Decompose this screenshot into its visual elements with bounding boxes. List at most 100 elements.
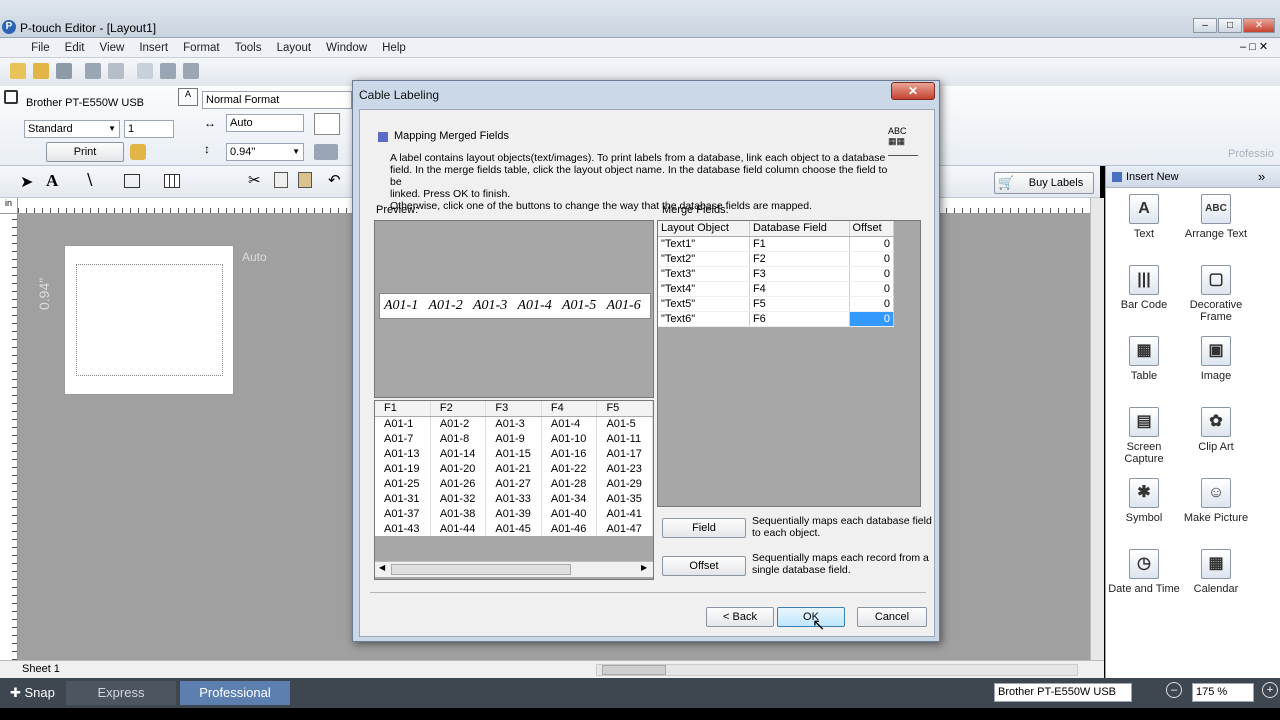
insert-item[interactable]: ▦ Table	[1108, 336, 1180, 382]
scroll-right-icon[interactable]: ▶	[641, 563, 647, 572]
insert-item[interactable]: ABC Arrange Text	[1180, 194, 1252, 240]
db-column-header[interactable]: F5	[596, 401, 653, 417]
db-row[interactable]: A01-37 A01-38 A01-39 A01-40 A01-41	[375, 506, 653, 521]
tape-options-icon[interactable]	[314, 144, 338, 160]
width-select[interactable]: 0.94" ▼	[226, 143, 304, 161]
menu-file[interactable]: File	[25, 38, 56, 58]
scroll-left-icon[interactable]: ◀	[379, 563, 385, 572]
zoom-in-icon[interactable]: +	[1262, 682, 1278, 698]
ok-button[interactable]: OK	[777, 607, 845, 627]
db-column-header[interactable]: F2	[430, 401, 487, 417]
merge-offset[interactable]: 0	[849, 251, 895, 267]
menu-help[interactable]: Help	[376, 38, 412, 58]
merge-layout-object[interactable]: "Text3"	[658, 266, 750, 282]
merge-database-field[interactable]: F3	[749, 266, 850, 282]
insert-item[interactable]: ✿ Clip Art	[1180, 407, 1252, 453]
database-icon[interactable]	[183, 63, 200, 79]
menu-window[interactable]: Window	[320, 38, 373, 58]
menu-tools[interactable]: Tools	[229, 38, 268, 58]
save-icon[interactable]	[56, 63, 73, 79]
db-cell[interactable]: A01-1	[375, 416, 431, 431]
db-cell[interactable]: A01-34	[541, 491, 598, 506]
field-button[interactable]: Field	[662, 518, 746, 538]
merge-offset[interactable]: 0	[849, 236, 895, 252]
db-cell[interactable]: A01-22	[541, 461, 598, 476]
mdi-controls[interactable]: – □ ✕	[1240, 40, 1268, 53]
menu-edit[interactable]: Edit	[59, 38, 91, 58]
db-cell[interactable]: A01-27	[485, 476, 542, 491]
merge-layout-object[interactable]: "Text2"	[658, 251, 750, 267]
merge-offset[interactable]: 0	[849, 296, 895, 312]
paste-icon[interactable]	[298, 172, 312, 188]
insert-item[interactable]: ☺ Make Picture	[1180, 478, 1252, 524]
cancel-button[interactable]: Cancel	[857, 607, 927, 627]
db-cell[interactable]: A01-40	[541, 506, 598, 521]
db-cell[interactable]: A01-33	[485, 491, 542, 506]
db-cell[interactable]: A01-43	[375, 521, 431, 536]
db-cell[interactable]: A01-17	[596, 446, 653, 461]
db-column-header[interactable]: F3	[485, 401, 542, 417]
maximize-button[interactable]: □	[1218, 18, 1242, 33]
insert-item[interactable]: A Text	[1108, 194, 1180, 240]
transfer-icon[interactable]	[160, 63, 177, 79]
db-cell[interactable]: A01-9	[485, 431, 542, 446]
db-row[interactable]: A01-7 A01-8 A01-9 A01-10 A01-11	[375, 431, 653, 446]
db-cell[interactable]: A01-46	[541, 521, 598, 536]
insert-item[interactable]: ▢ Decorative Frame	[1180, 265, 1252, 323]
merge-database-field[interactable]: F5	[749, 296, 850, 312]
menu-insert[interactable]: Insert	[133, 38, 174, 58]
merge-row[interactable]: "Text2" F2 0	[658, 251, 895, 267]
merge-layout-object[interactable]: "Text5"	[658, 296, 750, 312]
db-cell[interactable]: A01-38	[430, 506, 487, 521]
db-row[interactable]: A01-25 A01-26 A01-27 A01-28 A01-29	[375, 476, 653, 491]
menu-view[interactable]: View	[94, 38, 131, 58]
snap-toggle[interactable]: ✚ Snap	[10, 685, 55, 701]
db-cell[interactable]: A01-16	[541, 446, 598, 461]
merge-row[interactable]: "Text5" F5 0	[658, 296, 895, 312]
insert-item[interactable]: ▦ Calendar	[1180, 549, 1252, 595]
zoom-out-icon[interactable]: –	[1166, 682, 1182, 698]
merge-row[interactable]: "Text4" F4 0	[658, 281, 895, 297]
db-cell[interactable]: A01-37	[375, 506, 431, 521]
db-cell[interactable]: A01-45	[485, 521, 542, 536]
merge-offset[interactable]: 0	[849, 281, 895, 297]
print-button[interactable]: Print	[46, 142, 124, 162]
merge-row[interactable]: "Text6" F6 0	[658, 311, 895, 327]
db-cell[interactable]: A01-25	[375, 476, 431, 491]
offset-button[interactable]: Offset	[662, 556, 746, 576]
length-field[interactable]: Auto	[226, 114, 304, 132]
db-row[interactable]: A01-13 A01-14 A01-15 A01-16 A01-17	[375, 446, 653, 461]
db-cell[interactable]: A01-31	[375, 491, 431, 506]
rectangle-tool-icon[interactable]	[124, 174, 140, 188]
abc-icon[interactable]	[137, 63, 154, 79]
merge-database-field[interactable]: F2	[749, 251, 850, 267]
menu-format[interactable]: Format	[177, 38, 225, 58]
grid-scroll-thumb[interactable]	[391, 564, 571, 575]
dialog-close-button[interactable]: ✕	[891, 82, 935, 100]
merge-offset[interactable]: 0	[849, 266, 895, 282]
print-preview-icon[interactable]	[108, 63, 125, 79]
db-row[interactable]: A01-43 A01-44 A01-45 A01-46 A01-47	[375, 521, 653, 536]
db-cell[interactable]: A01-10	[541, 431, 598, 446]
print-icon[interactable]	[85, 63, 102, 79]
db-cell[interactable]: A01-7	[375, 431, 431, 446]
merge-database-field[interactable]: F1	[749, 236, 850, 252]
zoom-tool-icon[interactable]	[314, 113, 340, 135]
db-cell[interactable]: A01-28	[541, 476, 598, 491]
db-cell[interactable]: A01-47	[596, 521, 653, 536]
canvas-horizontal-scrollbar[interactable]	[596, 664, 1078, 676]
close-window-button[interactable]: ✕	[1243, 18, 1275, 33]
merge-offset[interactable]: 0	[849, 311, 895, 327]
status-printer-select[interactable]: Brother PT-E550W USB	[994, 683, 1132, 702]
menu-layout[interactable]: Layout	[271, 38, 318, 58]
db-row[interactable]: A01-1 A01-2 A01-3 A01-4 A01-5	[375, 416, 653, 431]
merge-row[interactable]: "Text3" F3 0	[658, 266, 895, 282]
cut-icon[interactable]: ✂	[248, 171, 261, 189]
zoom-select[interactable]: 175 %	[1192, 683, 1254, 702]
open-icon[interactable]	[33, 63, 50, 79]
minimize-button[interactable]: –	[1193, 18, 1217, 33]
db-cell[interactable]: A01-32	[430, 491, 487, 506]
sheet-tab[interactable]: Sheet 1	[22, 663, 60, 675]
db-cell[interactable]: A01-21	[485, 461, 542, 476]
insert-item[interactable]: ▣ Image	[1180, 336, 1252, 382]
